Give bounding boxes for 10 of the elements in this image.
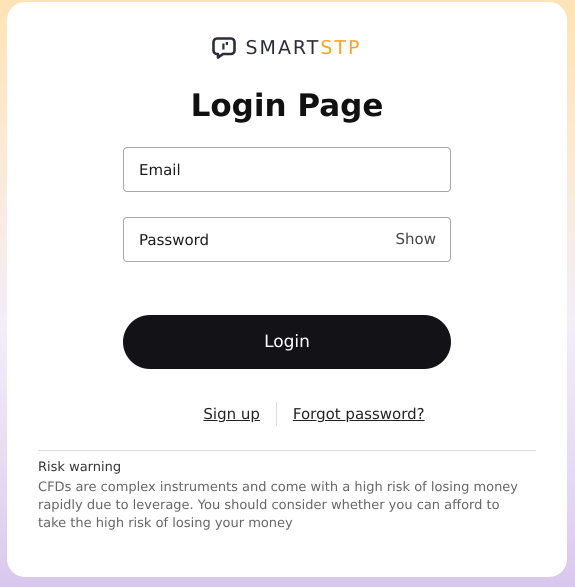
logo-icon bbox=[212, 37, 236, 59]
sign-up-link[interactable]: Sign up bbox=[203, 405, 260, 423]
login-button[interactable]: Login bbox=[123, 315, 451, 369]
forgot-password-link[interactable]: Forgot password? bbox=[292, 405, 425, 423]
logo-wordmark: SMARTSTP bbox=[245, 37, 362, 59]
show-password-link[interactable]: Show bbox=[396, 230, 436, 248]
page-title: Login Page bbox=[190, 87, 384, 126]
email-field[interactable]: Email bbox=[123, 147, 451, 192]
risk-warning-title: Risk warning bbox=[38, 460, 122, 475]
risk-warning-text: CFDs are complex instruments and come with a high risk of losing money rapidly due to leverage. You should consider whether you can afford to take the high risk of losing your money bbox=[38, 479, 520, 533]
